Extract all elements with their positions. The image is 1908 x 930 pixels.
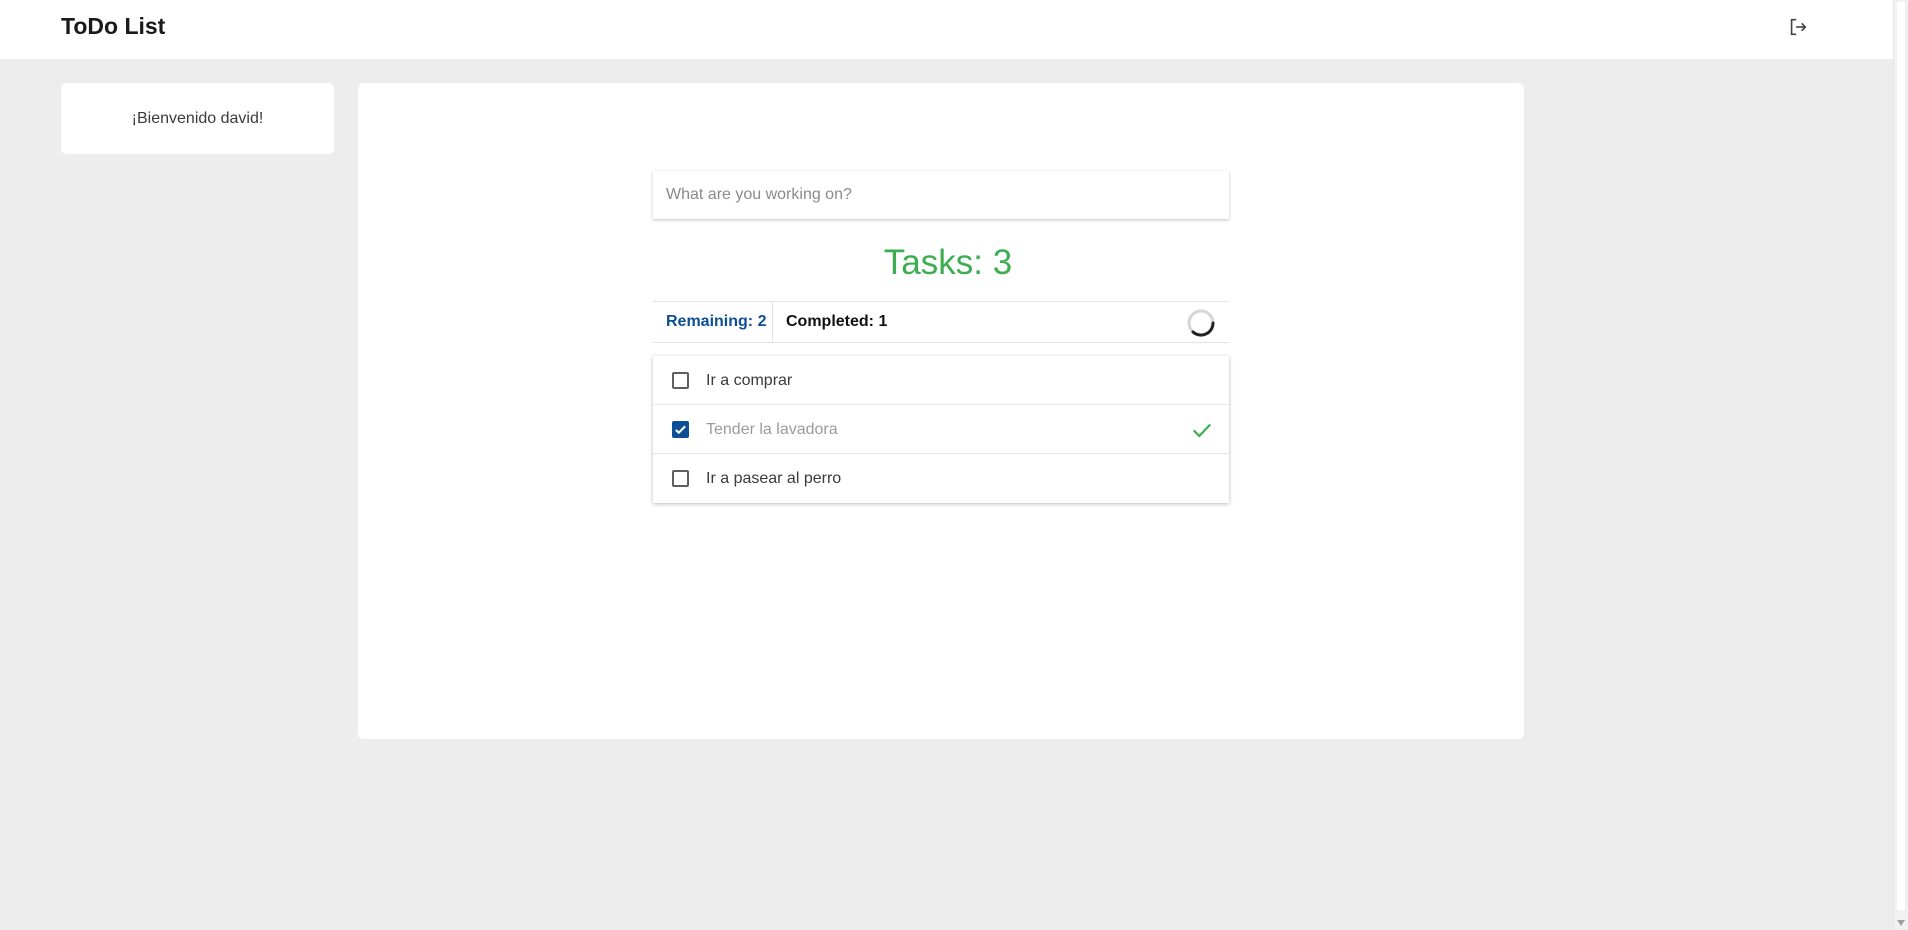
filter-remaining-tab[interactable]: Remaining: 2 [653,302,773,342]
task-label: Ir a comprar [706,372,793,389]
tasks-count-title: Tasks: 3 [883,243,1013,282]
task-label: Ir a pasear al perro [706,470,842,487]
welcome-text: ¡Bienvenido david! [131,109,264,127]
vertical-scrollbar[interactable] [1893,0,1908,930]
checkmark-icon [675,425,686,435]
top-bar: ToDo List [0,0,1893,59]
filter-completed-tab[interactable]: Completed: 1 [773,302,887,342]
task-label: Tender la lavadora [706,421,838,438]
task-item[interactable]: Tender la lavadora [653,405,1229,454]
scroll-down-arrow-icon[interactable] [1896,918,1906,928]
loading-spinner-icon [1187,309,1215,337]
done-check-icon [1192,423,1212,438]
task-item[interactable]: Ir a comprar [653,356,1229,405]
filter-bar: Remaining: 2 Completed: 1 [653,301,1229,343]
task-list: Ir a comprar Tender la lavadora Ir a pas… [653,356,1229,503]
app-root: ToDo List ¡Bienvenido david! Tasks: 3 Re… [0,0,1908,930]
app-title: ToDo List [61,13,166,39]
todo-card: Tasks: 3 Remaining: 2 Completed: 1 Ir a … [358,83,1524,739]
task-checkbox[interactable] [672,372,689,389]
welcome-card: ¡Bienvenido david! [61,83,334,154]
logout-button[interactable] [1785,14,1811,40]
new-task-input[interactable] [653,171,1229,219]
scrollbar-thumb[interactable] [1897,2,1905,910]
task-checkbox[interactable] [672,470,689,487]
task-item[interactable]: Ir a pasear al perro [653,454,1229,503]
logout-icon [1790,18,1807,36]
task-checkbox-checked[interactable] [672,421,689,438]
